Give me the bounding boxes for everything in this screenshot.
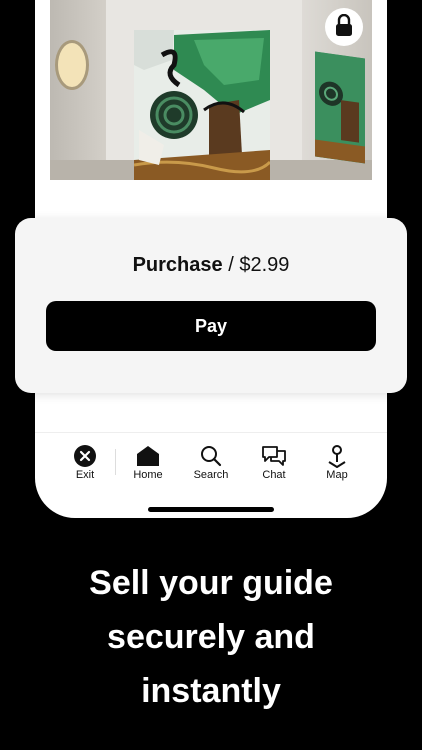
home-indicator[interactable] bbox=[148, 507, 274, 512]
close-circle-icon bbox=[55, 443, 115, 469]
map-pin-icon bbox=[307, 443, 367, 469]
tab-divider bbox=[115, 449, 116, 475]
tab-exit-label: Exit bbox=[75, 469, 95, 481]
lock-icon bbox=[334, 13, 354, 41]
purchase-card: Purchase / $2.99 Pay bbox=[15, 218, 407, 393]
tab-map[interactable]: Map bbox=[307, 443, 367, 481]
tab-exit[interactable]: Exit bbox=[55, 443, 115, 481]
gallery-left-wall bbox=[50, 0, 106, 180]
tab-home[interactable]: Home bbox=[118, 443, 178, 481]
headline: Sell your guide securely and instantly bbox=[0, 556, 422, 718]
purchase-separator: / bbox=[222, 254, 240, 276]
purchase-label: Purchase bbox=[132, 254, 223, 276]
tab-bar: Exit Home Search Chat Map bbox=[35, 432, 387, 493]
headline-line-1: Sell your guide bbox=[89, 564, 333, 602]
main-painting bbox=[134, 30, 270, 180]
purchase-title: Purchase / $2.99 bbox=[15, 254, 407, 277]
headline-line-3: instantly bbox=[141, 672, 281, 710]
home-icon bbox=[118, 443, 178, 469]
tab-search[interactable]: Search bbox=[181, 443, 241, 481]
headline-line-2: securely and bbox=[107, 618, 315, 656]
side-painting bbox=[315, 51, 365, 164]
search-icon bbox=[181, 443, 241, 469]
lock-button[interactable] bbox=[325, 8, 363, 46]
chat-icon bbox=[244, 443, 304, 469]
tab-map-label: Map bbox=[326, 469, 348, 481]
tab-chat[interactable]: Chat bbox=[244, 443, 304, 481]
tab-home-label: Home bbox=[133, 469, 163, 481]
tab-chat-label: Chat bbox=[262, 469, 286, 481]
pay-button[interactable]: Pay bbox=[46, 301, 376, 351]
tab-search-label: Search bbox=[193, 469, 229, 481]
purchase-price: $2.99 bbox=[239, 254, 290, 276]
round-window bbox=[55, 40, 89, 90]
gallery-photo bbox=[50, 0, 372, 180]
